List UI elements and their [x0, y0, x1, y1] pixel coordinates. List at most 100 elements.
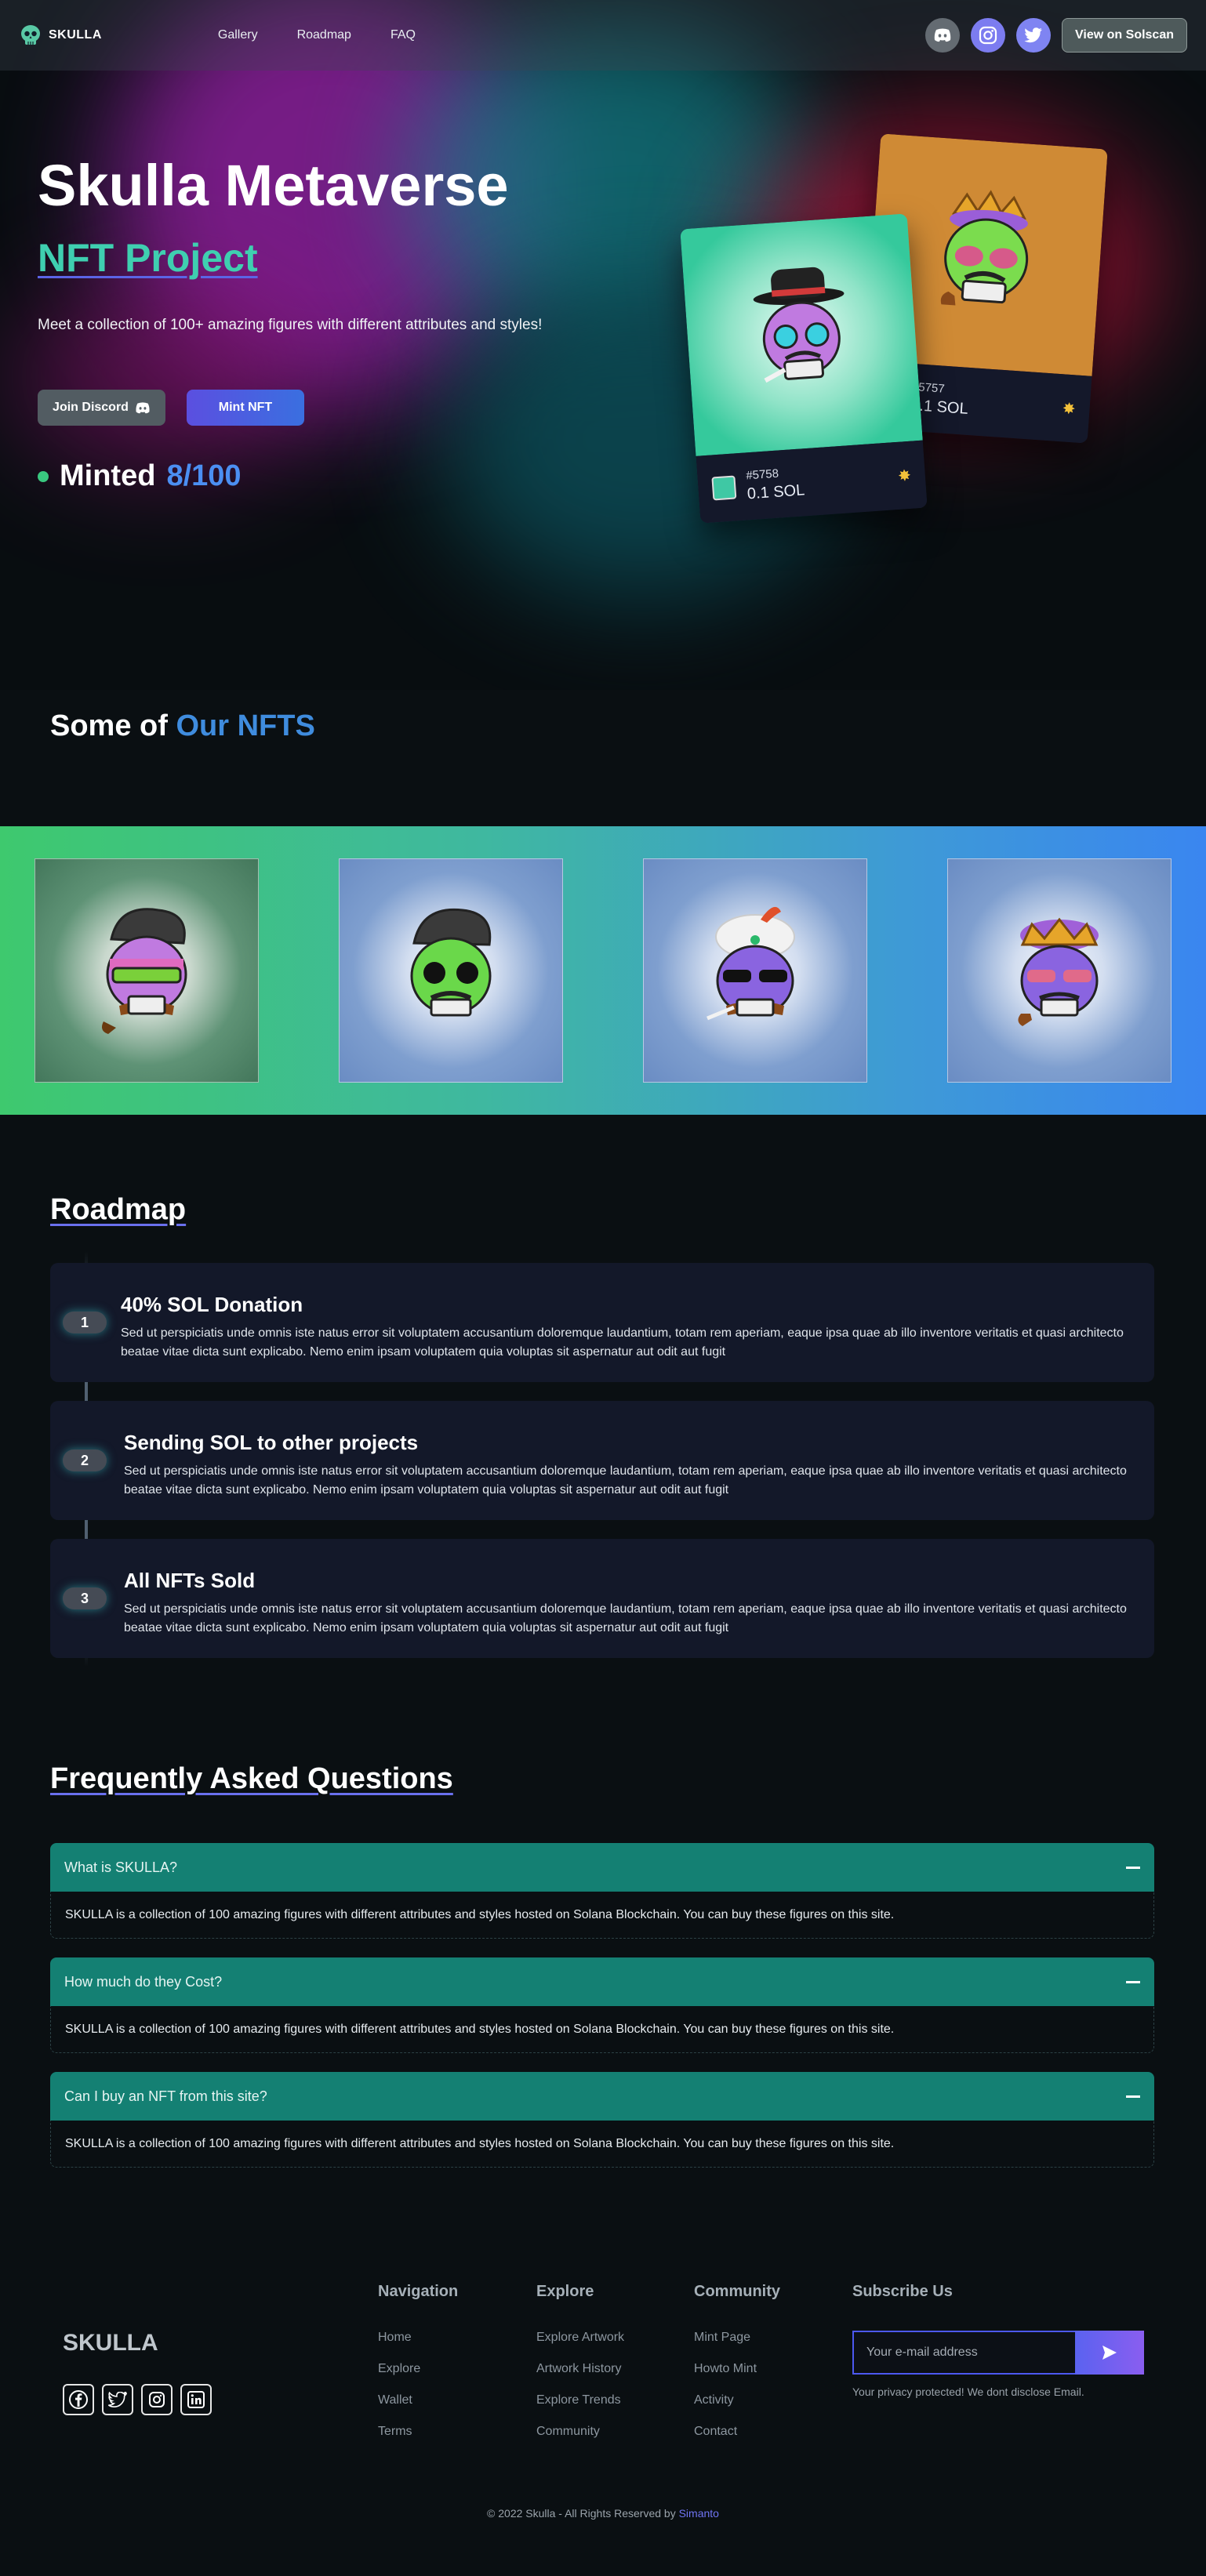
faq-question-header[interactable]: Can I buy an NFT from this site? — [50, 2072, 1154, 2121]
skull-king-nft-image — [1018, 917, 1099, 1026]
brand-logo[interactable]: SKULLA — [19, 24, 102, 47]
nft-id: #5757 — [911, 379, 946, 396]
roadmap-item: 3 All NFTs Sold Sed ut perspiciatis unde… — [50, 1539, 1154, 1658]
subscribe-title: Subscribe Us — [852, 2283, 953, 2300]
nfts-section-title: Some of Our NFTS — [50, 709, 315, 743]
nav-link-faq[interactable]: FAQ — [390, 28, 416, 42]
roadmap-item-title: All NFTs Sold — [124, 1569, 256, 1592]
skull-green-nft-image — [410, 908, 492, 1017]
skull-pompadour-nft-image — [102, 908, 187, 1034]
footer-link[interactable]: Artwork History — [536, 2362, 624, 2393]
roadmap-step-badge: 2 — [63, 1449, 107, 1471]
footer-link[interactable]: Activity — [694, 2393, 780, 2425]
nft-tile[interactable] — [643, 858, 867, 1083]
minted-label: Minted — [60, 459, 156, 492]
minted-counter: Minted 8/100 — [38, 459, 242, 493]
navbar: SKULLA Gallery Roadmap FAQ View on Solsc… — [0, 0, 1206, 71]
instagram-icon — [979, 26, 997, 45]
footer-link[interactable]: Explore Trends — [536, 2393, 624, 2425]
hero-title: Skulla Metaverse — [38, 153, 509, 218]
collapse-icon[interactable] — [1126, 1980, 1140, 1983]
faq-title: Frequently Asked Questions — [50, 1762, 453, 1795]
faq-question-header[interactable]: How much do they Cost? — [50, 1957, 1154, 2006]
nft-tile[interactable] — [339, 858, 563, 1083]
copyright: © 2022 Skulla - All Rights Reserved by S… — [0, 2507, 1206, 2520]
footer-link[interactable]: Mint Page — [694, 2331, 780, 2362]
nft-card-image — [680, 213, 923, 456]
footer-link[interactable]: Terms — [378, 2425, 458, 2456]
faq-item: Can I buy an NFT from this site? SKULLA … — [50, 2072, 1154, 2168]
instagram-button[interactable] — [971, 18, 1006, 53]
faq-item: What is SKULLA? SKULLA is a collection o… — [50, 1843, 1154, 1939]
faq-answer: SKULLA is a collection of 100 amazing fi… — [50, 2121, 1154, 2168]
twitter-button[interactable] — [1016, 18, 1052, 53]
copyright-text: © 2022 Skulla - All Rights Reserved by — [487, 2507, 676, 2520]
collapse-icon[interactable] — [1126, 1866, 1140, 1869]
join-discord-button[interactable]: Join Discord — [38, 390, 165, 426]
footer-link[interactable]: Wallet — [378, 2393, 458, 2425]
footer-social-links — [63, 2384, 212, 2415]
footer-link[interactable]: Howto Mint — [694, 2362, 780, 2393]
nfts-title-prefix: Some of — [50, 709, 168, 742]
faq-question: Can I buy an NFT from this site? — [64, 2088, 267, 2104]
author-link[interactable]: Simanto — [679, 2507, 719, 2520]
footer-link[interactable]: Home — [378, 2331, 458, 2362]
nav-link-gallery[interactable]: Gallery — [218, 28, 258, 42]
nft-tile[interactable] — [35, 858, 259, 1083]
roadmap-item: 2 Sending SOL to other projects Sed ut p… — [50, 1401, 1154, 1520]
roadmap-item-text: Sed ut perspiciatis unde omnis iste natu… — [121, 1326, 1124, 1359]
nav-links: Gallery Roadmap FAQ — [218, 28, 416, 42]
nft-id: #5758 — [745, 466, 779, 483]
roadmap-item-title: 40% SOL Donation — [121, 1293, 303, 1316]
footer-link[interactable]: Explore Artwork — [536, 2331, 624, 2362]
roadmap-item-text: Sed ut perspiciatis unde omnis iste natu… — [124, 1464, 1127, 1497]
twitter-icon — [1024, 27, 1043, 43]
roadmap-step-badge: 1 — [63, 1312, 107, 1333]
faq-question-header[interactable]: What is SKULLA? — [50, 1843, 1154, 1892]
nft-tile[interactable] — [947, 858, 1171, 1083]
footer-link[interactable]: Explore — [378, 2362, 458, 2393]
join-discord-label: Join Discord — [53, 401, 129, 414]
skull-crown-nft-image — [940, 190, 1029, 306]
minted-count: 8/100 — [166, 459, 242, 492]
footer-column-title: Community — [694, 2283, 780, 2300]
roadmap-title: Roadmap — [50, 1193, 187, 1226]
facebook-link[interactable] — [63, 2384, 94, 2415]
footer-brand: SKULLA — [63, 2330, 158, 2356]
nft-thumbnail — [711, 475, 737, 501]
sun-icon: ✸ — [1062, 399, 1077, 418]
linkedin-link[interactable] — [180, 2384, 212, 2415]
nft-price: 0.1 SOL — [746, 481, 805, 503]
footer-link[interactable]: Contact — [694, 2425, 780, 2456]
subscribe-button[interactable] — [1075, 2331, 1144, 2375]
instagram-link[interactable] — [141, 2384, 173, 2415]
footer-column-navigation: Navigation Home Explore Wallet Terms — [378, 2283, 458, 2456]
nft-card-front[interactable]: #5758 0.1 SOL ✸ — [680, 213, 928, 524]
nfts-title-accent: Our NFTS — [176, 709, 315, 742]
view-on-solscan-button[interactable]: View on Solscan — [1062, 18, 1187, 53]
subscribe-form — [852, 2331, 1144, 2375]
discord-icon — [136, 401, 150, 413]
nav-link-roadmap[interactable]: Roadmap — [297, 28, 351, 42]
footer-subscribe: Subscribe Us Your privacy protected! We … — [852, 2283, 1144, 2398]
send-icon — [1102, 2346, 1117, 2360]
brand-name: SKULLA — [49, 28, 102, 42]
footer-column-title: Explore — [536, 2283, 594, 2300]
collapse-icon[interactable] — [1126, 2095, 1140, 2098]
roadmap-item: 1 40% SOL Donation Sed ut perspiciatis u… — [50, 1263, 1154, 1382]
faq-question: How much do they Cost? — [64, 1973, 223, 1990]
discord-icon — [934, 28, 951, 42]
faq-question: What is SKULLA? — [64, 1859, 178, 1875]
skull-icon — [21, 25, 40, 45]
footer-link[interactable]: Community — [536, 2425, 624, 2456]
discord-button[interactable] — [925, 18, 961, 53]
skull-hat-nft-image — [753, 267, 845, 383]
roadmap-item-title: Sending SOL to other projects — [124, 1431, 419, 1454]
twitter-link[interactable] — [102, 2384, 133, 2415]
faq-answer: SKULLA is a collection of 100 amazing fi… — [50, 1892, 1154, 1939]
hero-description: Meet a collection of 100+ amazing figure… — [38, 317, 543, 333]
roadmap-step-badge: 3 — [63, 1587, 107, 1609]
mint-nft-button[interactable]: Mint NFT — [187, 390, 304, 426]
email-input[interactable] — [852, 2331, 1075, 2375]
skull-turban-nft-image — [707, 906, 795, 1021]
